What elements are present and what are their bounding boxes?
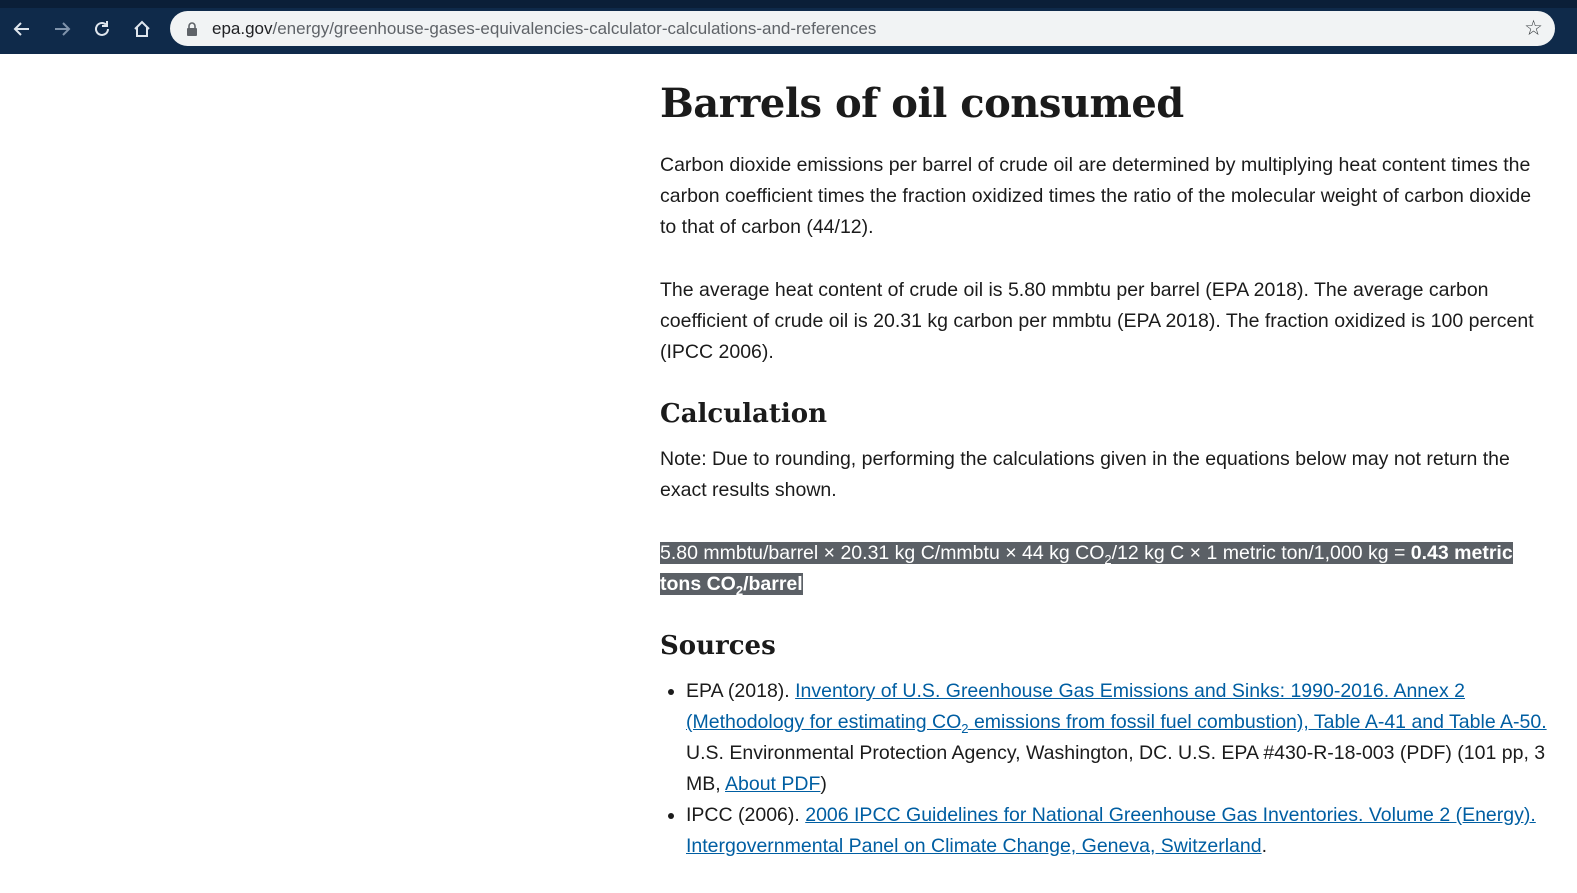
bookmark-star-icon[interactable]: ☆ — [1524, 16, 1543, 41]
epa-inventory-link[interactable]: Inventory of U.S. Greenhouse Gas Emissio… — [686, 680, 1547, 735]
equation-text: 5.80 mmbtu/barrel × 20.31 kg C/mmbtu × 4… — [660, 542, 1513, 598]
ipcc-guidelines-link[interactable]: 2006 IPCC Guidelines for National Greenh… — [686, 804, 1536, 857]
intro-paragraph: Carbon dioxide emissions per barrel of c… — [660, 154, 1532, 238]
rounding-note: Note: Due to rounding, performing the ca… — [660, 448, 1510, 501]
heat-content-paragraph: The average heat content of crude oil is… — [660, 279, 1534, 363]
lock-icon — [186, 21, 198, 36]
sources-list: EPA (2018). Inventory of U.S. Greenhouse… — [660, 676, 1550, 862]
calculation-heading: Calculation — [660, 399, 828, 429]
page-title: Barrels of oil consumed — [660, 80, 1184, 127]
forward-button[interactable] — [47, 14, 77, 44]
source-epa-2018: EPA (2018). Inventory of U.S. Greenhouse… — [686, 676, 1550, 800]
main-content: Barrels of oil consumed Carbon dioxide e… — [660, 54, 1550, 862]
back-button[interactable] — [7, 14, 37, 44]
address-bar[interactable]: epa.gov/energy/greenhouse-gases-equivale… — [170, 11, 1555, 46]
home-icon — [134, 20, 150, 37]
reload-button[interactable] — [87, 14, 117, 44]
arrow-left-icon — [13, 22, 29, 36]
reload-icon — [95, 21, 109, 36]
about-pdf-link[interactable]: About PDF — [725, 773, 820, 795]
calculation-equation[interactable]: 5.80 mmbtu/barrel × 20.31 kg C/mmbtu × 4… — [660, 538, 1550, 600]
url-text: epa.gov/energy/greenhouse-gases-equivale… — [212, 18, 877, 38]
home-button[interactable] — [127, 14, 157, 44]
browser-toolbar: epa.gov/energy/greenhouse-gases-equivale… — [0, 0, 1577, 54]
sources-heading: Sources — [660, 631, 776, 661]
arrow-right-icon — [55, 22, 71, 36]
source-ipcc-2006: IPCC (2006). 2006 IPCC Guidelines for Na… — [686, 800, 1550, 862]
tab-strip — [0, 0, 1577, 8]
